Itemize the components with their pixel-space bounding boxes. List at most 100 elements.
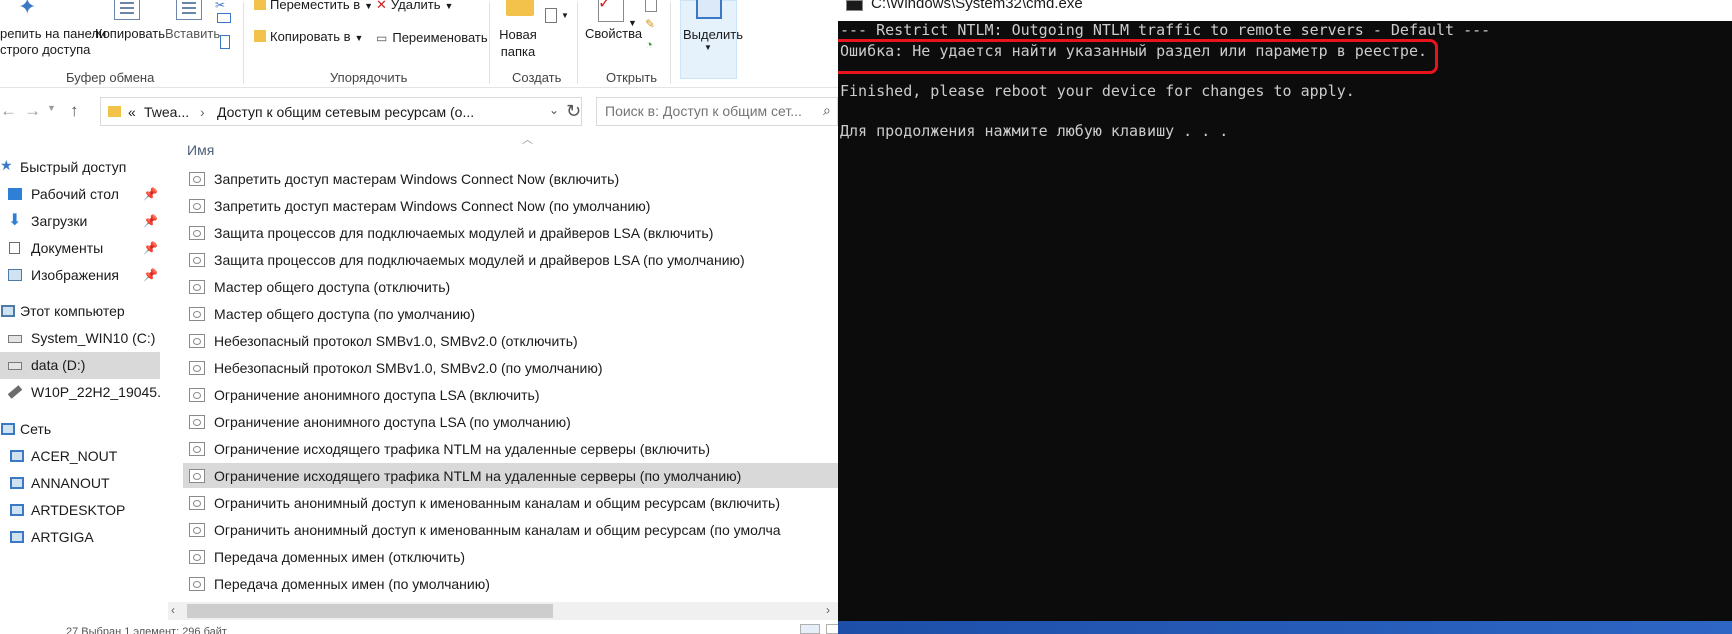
file-row[interactable]: Запретить доступ мастерам Windows Connec… (183, 193, 838, 218)
file-row[interactable]: Защита процессов для подключаемых модуле… (183, 247, 838, 272)
nav-usb-drive[interactable]: W10P_22H2_19045. (0, 379, 161, 406)
column-header-row: Имя ︿ (183, 134, 838, 166)
nav-drive-c[interactable]: System_WIN10 (C:) (0, 325, 160, 352)
file-name: Мастер общего доступа (по умолчанию) (214, 306, 476, 322)
search-icon[interactable]: ⌕ (823, 102, 831, 119)
dropdown-arrow-icon[interactable]: ▼ (628, 18, 637, 28)
nav-network-computer[interactable]: ARTGIGA (0, 524, 160, 551)
scroll-left-icon[interactable]: ‹ (171, 603, 175, 617)
move-to-button[interactable]: Переместить в ▼ (254, 0, 373, 12)
pin-icon[interactable]: 📌 (143, 214, 158, 228)
nav-network-computer[interactable]: ACER_NOUT (0, 443, 160, 470)
move-to-icon (254, 0, 266, 10)
refresh-icon[interactable]: ↻ (566, 101, 581, 122)
column-header-name[interactable]: Имя (187, 142, 214, 158)
breadcrumb-tweaks[interactable]: Twea... (144, 104, 189, 120)
file-name: Защита процессов для подключаемых модуле… (214, 225, 714, 241)
horizontal-scrollbar[interactable]: ‹ › (168, 602, 838, 620)
taskbar (838, 621, 1732, 634)
cut-icon[interactable]: ✂ (215, 0, 225, 12)
cmd-console[interactable]: --- Restrict NTLM: Outgoing NTLM traffic… (838, 21, 1732, 621)
registry-file-icon (189, 442, 205, 456)
new-folder-button[interactable]: Новая папка (498, 26, 538, 60)
pin-icon[interactable]: 📌 (143, 241, 158, 255)
breadcrumb-chevrons[interactable]: « (128, 104, 136, 120)
file-row[interactable]: Мастер общего доступа (по умолчанию) (183, 301, 838, 326)
open-icon[interactable] (645, 0, 657, 12)
details-view-icon[interactable] (800, 624, 820, 634)
select-button[interactable]: Выделить ▼ (680, 0, 743, 79)
nav-label: data (D:) (31, 357, 86, 373)
file-row[interactable]: Передача доменных имен (отключить) (183, 544, 838, 569)
nav-desktop[interactable]: Рабочий стол 📌 (0, 181, 160, 208)
file-row[interactable]: Небезопасный протокол SMBv1.0, SMBv2.0 (… (183, 328, 838, 353)
file-row[interactable]: Ограничить анонимный доступ к именованны… (183, 517, 838, 542)
cmd-title-bar[interactable]: C:\Windows\System32\cmd.exe (838, 0, 1732, 21)
registry-file-icon (189, 550, 205, 564)
delete-button[interactable]: ✕ Удалить ▼ (376, 0, 453, 13)
file-row[interactable]: Ограничение исходящего трафика NTLM на у… (183, 463, 838, 488)
sort-ascending-icon: ︿ (522, 134, 533, 146)
forward-arrow-icon[interactable]: → (24, 101, 41, 121)
file-row[interactable]: Ограничить анонимный доступ к именованны… (183, 490, 838, 515)
scrollbar-thumb[interactable] (187, 604, 553, 618)
cmd-app-icon (846, 0, 863, 11)
pin-label-line2: строго доступа (0, 42, 91, 57)
drive-icon (8, 362, 22, 370)
address-box[interactable]: « Twea... › Доступ к общим сетевым ресур… (100, 97, 582, 126)
copy-path-icon[interactable] (217, 13, 231, 23)
file-name: Ограничение исходящего трафика NTLM на у… (214, 468, 742, 484)
pin-icon[interactable]: 📌 (143, 187, 158, 201)
file-row[interactable]: Ограничение анонимного доступа LSA (вклю… (183, 382, 838, 407)
new-item-icon[interactable] (545, 8, 557, 23)
nav-network-computer[interactable]: ARTDESKTOP (0, 497, 160, 524)
nav-label: ARTGIGA (31, 529, 94, 545)
pin-to-quick-access-button[interactable]: репить на панели строго доступа (0, 26, 106, 57)
chevron-down-icon[interactable]: ⌄ (549, 103, 559, 117)
copy-to-button[interactable]: Копировать в ▼ (254, 29, 363, 44)
scroll-right-icon[interactable]: › (826, 603, 830, 617)
back-arrow-icon[interactable]: ← (0, 101, 17, 121)
properties-button[interactable]: Свойства (585, 26, 642, 41)
file-row[interactable]: Передача доменных имен (по умолчанию) (183, 571, 838, 596)
paste-shortcut-icon[interactable] (220, 35, 230, 49)
copy-button[interactable]: Копировать (95, 26, 165, 41)
file-name: Ограничение исходящего трафика NTLM на у… (214, 441, 711, 457)
rename-button[interactable]: ▭ Переименовать (376, 30, 488, 45)
nav-documents[interactable]: Документы 📌 (0, 235, 160, 262)
registry-file-icon (189, 523, 205, 537)
file-name: Небезопасный протокол SMBv1.0, SMBv2.0 (… (214, 333, 578, 349)
pin-label-line1: репить на панели (0, 26, 107, 41)
select-icon (696, 0, 722, 19)
up-arrow-icon[interactable]: ↑ (70, 101, 79, 121)
breadcrumb-current[interactable]: Доступ к общим сетевым ресурсам (о... (217, 104, 474, 120)
nav-pictures[interactable]: Изображения 📌 (0, 262, 160, 289)
ribbon: ✦ репить на панели строго доступа Копиро… (0, 0, 838, 88)
network-computer-icon (10, 477, 24, 489)
nav-drive-d[interactable]: data (D:) (0, 352, 160, 379)
paste-button[interactable]: Вставить (165, 26, 220, 41)
nav-network-computer[interactable]: ANNANOUT (0, 470, 160, 497)
search-box[interactable]: ⌕ (596, 97, 838, 126)
registry-file-icon (189, 469, 205, 483)
dropdown-arrow-icon[interactable]: ▼ (561, 11, 569, 20)
nav-network[interactable]: Сеть (0, 416, 160, 443)
nav-label: ACER_NOUT (31, 448, 118, 464)
large-icons-view-icon[interactable] (826, 624, 838, 634)
pin-icon[interactable]: 📌 (143, 268, 158, 282)
file-row[interactable]: Небезопасный протокол SMBv1.0, SMBv2.0 (… (183, 355, 838, 380)
file-row[interactable]: Ограничение исходящего трафика NTLM на у… (183, 436, 838, 461)
history-icon[interactable]: ◔ (645, 37, 653, 52)
search-input[interactable] (605, 103, 820, 119)
nav-this-pc[interactable]: Этот компьютер (0, 298, 160, 325)
file-row[interactable]: Запретить доступ мастерам Windows Connec… (183, 166, 838, 191)
file-row[interactable]: Ограничение анонимного доступа LSA (по у… (183, 409, 838, 434)
recent-dropdown-icon[interactable]: ▼ (47, 103, 56, 113)
file-row[interactable]: Защита процессов для подключаемых модуле… (183, 220, 838, 245)
nav-downloads[interactable]: ⬇ Загрузки 📌 (0, 208, 160, 235)
edit-icon[interactable]: ✎ (645, 17, 655, 31)
network-icon (1, 423, 15, 435)
file-name: Передача доменных имен (отключить) (214, 549, 466, 565)
file-row[interactable]: Мастер общего доступа (отключить) (183, 274, 838, 299)
nav-quick-access[interactable]: ★ Быстрый доступ (0, 154, 160, 181)
